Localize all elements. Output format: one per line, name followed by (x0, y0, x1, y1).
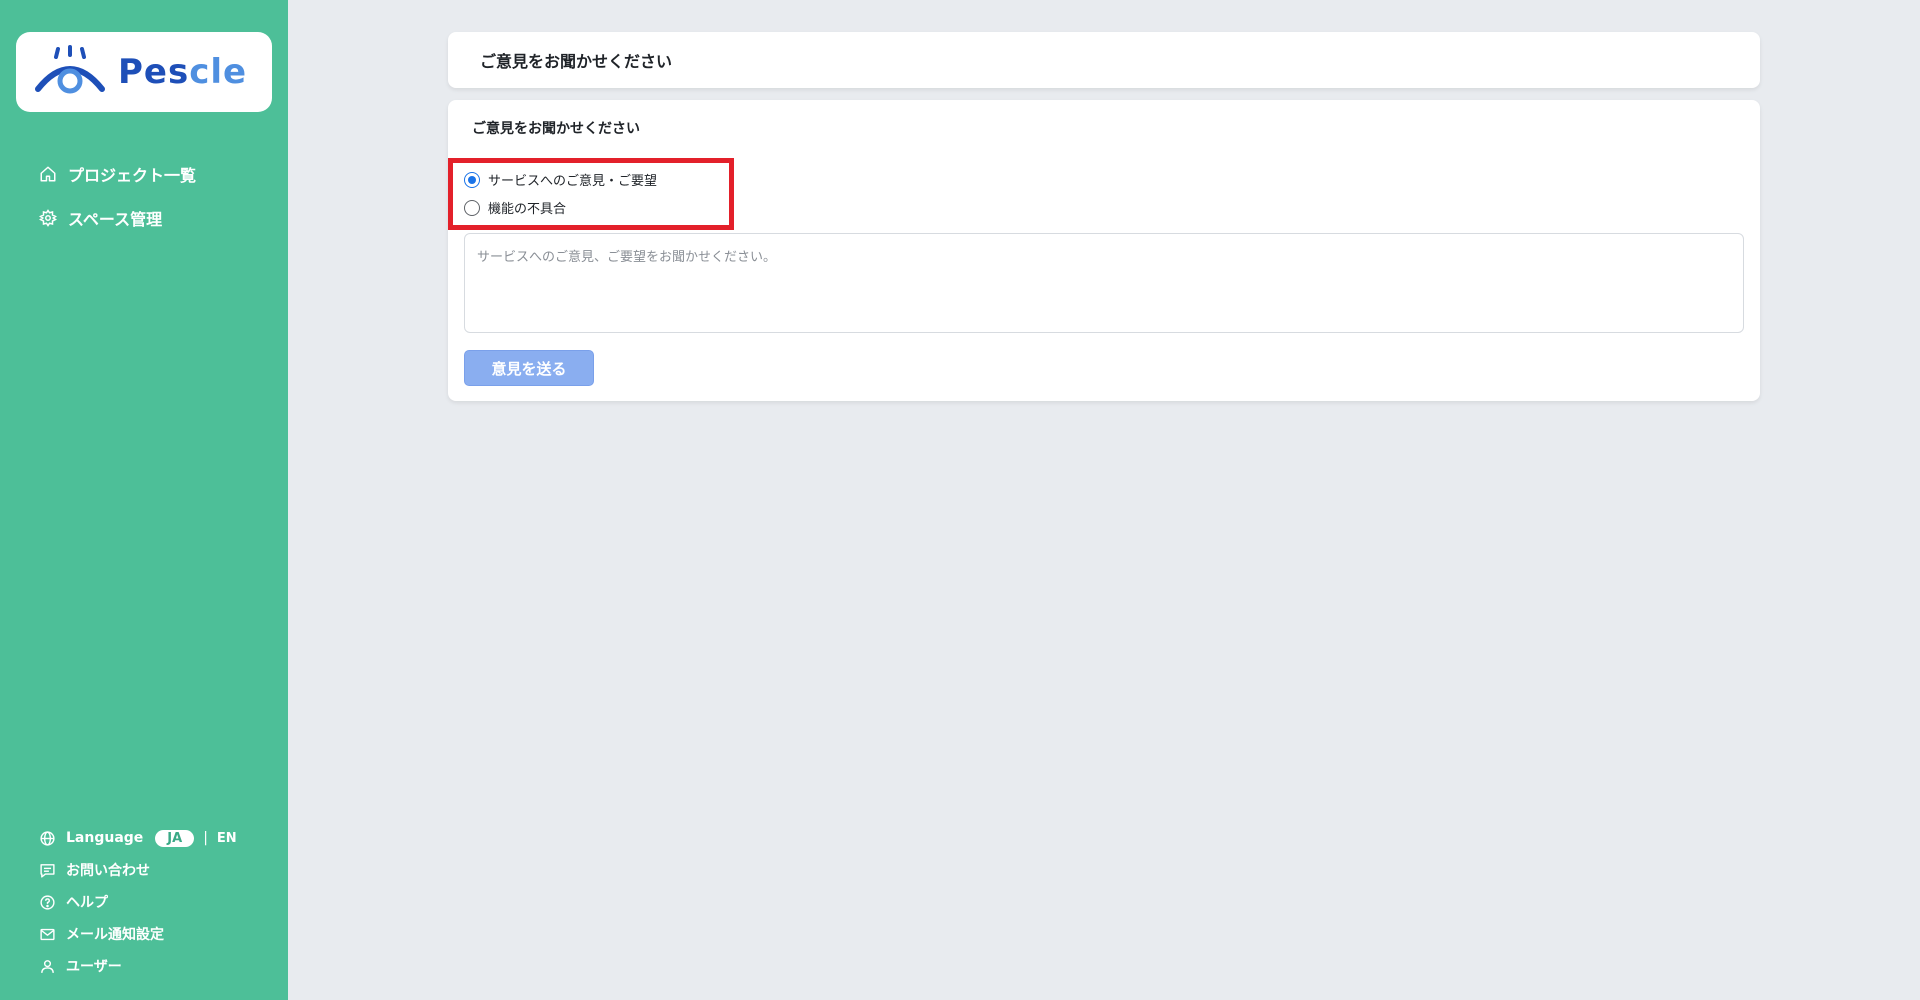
nav-label: スペース管理 (68, 210, 163, 229)
radio-option-service-feedback[interactable]: サービスへのご意見・ご要望 (464, 170, 657, 189)
language-switcher: Language JA | EN (38, 822, 278, 854)
page-title-card: ご意見をお聞かせください (448, 32, 1760, 88)
radio-option-bug-report[interactable]: 機能の不具合 (464, 198, 566, 217)
gear-icon (38, 208, 58, 228)
footer-label: お問い合わせ (66, 863, 150, 879)
home-icon (38, 164, 58, 184)
language-label: Language (66, 830, 144, 846)
lang-en-button[interactable]: EN (217, 831, 237, 846)
page-title: ご意見をお聞かせください (480, 52, 673, 71)
feedback-form: ご意見をお聞かせください サービスへのご意見・ご要望 機能の不具合 意見を送る (448, 100, 1760, 401)
footer-item-help[interactable]: ヘルプ (38, 886, 278, 918)
radio-unchecked-icon[interactable] (464, 199, 480, 216)
footer-nav: Language JA | EN お問い合わせ ヘルプ メール通知設定 ユーザー (38, 822, 278, 982)
footer-item-mail-settings[interactable]: メール通知設定 (38, 918, 278, 950)
feedback-textarea[interactable] (464, 233, 1744, 333)
submit-button[interactable]: 意見を送る (464, 350, 594, 386)
help-icon (38, 893, 56, 911)
radio-label: サービスへのご意見・ご要望 (488, 174, 658, 189)
chat-icon (38, 861, 56, 879)
mail-icon (38, 925, 56, 943)
radio-checked-icon[interactable] (464, 171, 480, 188)
form-heading: ご意見をお聞かせください (472, 121, 640, 137)
footer-label: メール通知設定 (66, 927, 164, 943)
eye-logo-icon (34, 45, 106, 99)
footer-label: ヘルプ (66, 895, 108, 911)
main-nav: プロジェクト一覧 スペース管理 (38, 152, 278, 240)
lang-separator: | (203, 830, 208, 846)
logo-text: Pescle (118, 52, 248, 92)
user-icon (38, 957, 56, 975)
lang-ja-button[interactable]: JA (155, 829, 195, 847)
nav-label: プロジェクト一覧 (68, 166, 197, 185)
nav-item-space-management[interactable]: スペース管理 (38, 196, 278, 240)
footer-item-user[interactable]: ユーザー (38, 950, 278, 982)
sidebar: Pescle プロジェクト一覧 スペース管理 Language JA | EN (0, 0, 288, 1000)
footer-item-contact[interactable]: お問い合わせ (38, 854, 278, 886)
radio-label: 機能の不具合 (488, 202, 567, 217)
nav-item-projects[interactable]: プロジェクト一覧 (38, 152, 278, 196)
logo[interactable]: Pescle (16, 32, 272, 112)
highlight-box (448, 158, 734, 230)
globe-icon (38, 829, 56, 847)
footer-label: ユーザー (66, 959, 122, 975)
